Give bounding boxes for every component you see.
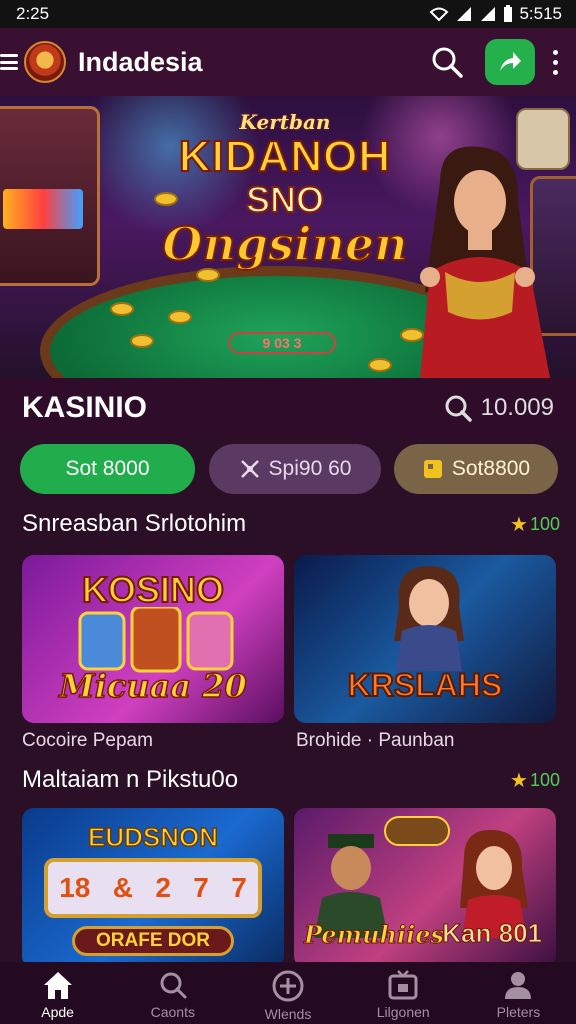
row-header: Snreasban Srlotohim ★ 100 xyxy=(22,510,560,538)
card-art-title: KRSLAHS xyxy=(347,666,504,704)
status-bar: 2:25 5:515 xyxy=(0,0,576,28)
plus-circle-icon xyxy=(272,970,304,1002)
status-icons: 5:515 xyxy=(429,4,562,24)
hero-line-1: Kertban xyxy=(239,110,331,134)
nav-item-profile[interactable]: Pleters xyxy=(461,962,576,1024)
star-icon: ★ xyxy=(510,513,528,536)
game-card[interactable]: Pemuhiies Kan 801 xyxy=(294,808,556,968)
bottom-navigation: Apde Caonts Wlends Lilgonen Pleters xyxy=(0,962,576,1024)
reel-symbol: & xyxy=(112,872,133,903)
more-options-icon[interactable] xyxy=(553,49,558,75)
game-card[interactable]: KRSLAHS xyxy=(294,555,556,723)
signal-icon-2 xyxy=(481,7,496,21)
card-art-title: KOSINO xyxy=(81,568,225,611)
rating-value: 100 xyxy=(529,769,560,790)
nav-label: Pleters xyxy=(496,1004,541,1020)
chip-label: Spi90 60 xyxy=(268,457,352,480)
chip-label: Sot8800 xyxy=(451,457,531,480)
hero-title: Kertban KIDANOH SNO Ongsinen xyxy=(150,110,420,271)
status-time: 2:25 xyxy=(16,4,50,23)
card-caption: Brohide · Paunban xyxy=(296,730,455,751)
app-logo xyxy=(24,41,66,83)
dice-icon xyxy=(240,460,259,478)
chip-slot-2[interactable]: Sot8800 xyxy=(394,444,558,494)
search-button[interactable] xyxy=(427,42,467,82)
app-title: Indadesia xyxy=(78,46,203,77)
hero-banner[interactable]: 9 03 3 Kertban KIDANOH SNO Ongsinen xyxy=(0,96,576,378)
search-icon xyxy=(432,47,463,78)
hero-line-4: Ongsinen xyxy=(161,217,408,271)
row-title: Maltaiam n Pikstu0o xyxy=(22,766,239,793)
row-header: Maltaiam n Pikstu0o ★ 100 xyxy=(22,766,560,794)
coin-icon xyxy=(368,358,392,372)
profile-icon xyxy=(505,972,532,999)
card-art-subtitle: Kan 801 xyxy=(442,918,543,949)
section-title: KASINIO xyxy=(22,391,148,424)
hero-line-3: SNO xyxy=(245,179,325,221)
card-badge-icon xyxy=(516,108,570,170)
menu-icon[interactable] xyxy=(0,52,22,72)
player-illustration xyxy=(394,566,464,671)
row-rating: ★ 100 xyxy=(510,512,560,537)
app-bar: Indadesia xyxy=(0,28,576,96)
coin-icon xyxy=(130,334,154,348)
card-caption: Cocoire Pepam xyxy=(22,730,153,751)
nav-item-add[interactable]: Wlends xyxy=(230,962,345,1024)
reel-symbol: 18 xyxy=(59,872,91,903)
game-card[interactable]: EUDSNON 18 & 2 7 7 ORAFE DOR xyxy=(22,808,284,968)
table-label: 9 03 3 xyxy=(228,332,336,354)
filter-chips: Sot 8000 Spi90 60 Sot8800 xyxy=(0,444,576,496)
slot-machine-illustration xyxy=(0,106,100,286)
star-icon: ★ xyxy=(510,769,528,792)
reel-symbol: 7 xyxy=(231,872,247,903)
chip-label: Sot 8000 xyxy=(65,457,150,480)
card-art-subtitle: ORAFE DOR xyxy=(72,926,234,956)
search-icon xyxy=(160,972,187,999)
nav-item-live[interactable]: Lilgonen xyxy=(346,962,461,1024)
reel-symbol: 2 xyxy=(155,872,171,903)
nav-label: Apde xyxy=(41,1004,74,1020)
row-rating: ★ 100 xyxy=(510,768,560,793)
hostess-illustration xyxy=(420,146,550,378)
card-art-title: EUDSNON xyxy=(87,821,219,853)
battery-icon xyxy=(504,5,513,22)
coin-icon xyxy=(168,310,192,324)
nav-label: Caonts xyxy=(150,1004,195,1020)
status-clock-right: 5:515 xyxy=(519,4,562,23)
search-icon xyxy=(445,395,472,422)
hero-line-2: KIDANOH xyxy=(178,132,392,181)
reel-symbol: 7 xyxy=(193,872,209,903)
chip-spin[interactable]: Spi90 60 xyxy=(209,444,381,494)
wifi-icon xyxy=(429,7,449,22)
nav-item-home[interactable]: Apde xyxy=(0,962,115,1024)
section-header: KASINIO 10.009 xyxy=(0,378,576,438)
ticket-icon xyxy=(423,460,442,478)
tv-icon xyxy=(388,970,418,1000)
coin-icon xyxy=(110,302,134,316)
chip-slot[interactable]: Sot 8000 xyxy=(20,444,195,494)
section-search-value: 10.009 xyxy=(480,394,554,421)
share-arrow-icon xyxy=(500,52,521,71)
nav-label: Wlends xyxy=(264,1006,312,1022)
nav-label: Lilgonen xyxy=(376,1004,430,1020)
rating-value: 100 xyxy=(529,513,560,534)
card-art-subtitle: Micuaa 20 xyxy=(59,666,248,706)
section-search[interactable]: 10.009 xyxy=(443,393,554,423)
home-icon xyxy=(43,972,72,999)
app-actions xyxy=(427,39,558,85)
signal-icon xyxy=(457,7,472,21)
slot-reels: 18 & 2 7 7 xyxy=(44,858,262,918)
game-card[interactable]: KOSINO Micuaa 20 xyxy=(22,555,284,723)
share-button[interactable] xyxy=(485,39,535,85)
row-title: Snreasban Srlotohim xyxy=(22,510,247,537)
nav-item-search[interactable]: Caonts xyxy=(115,962,230,1024)
